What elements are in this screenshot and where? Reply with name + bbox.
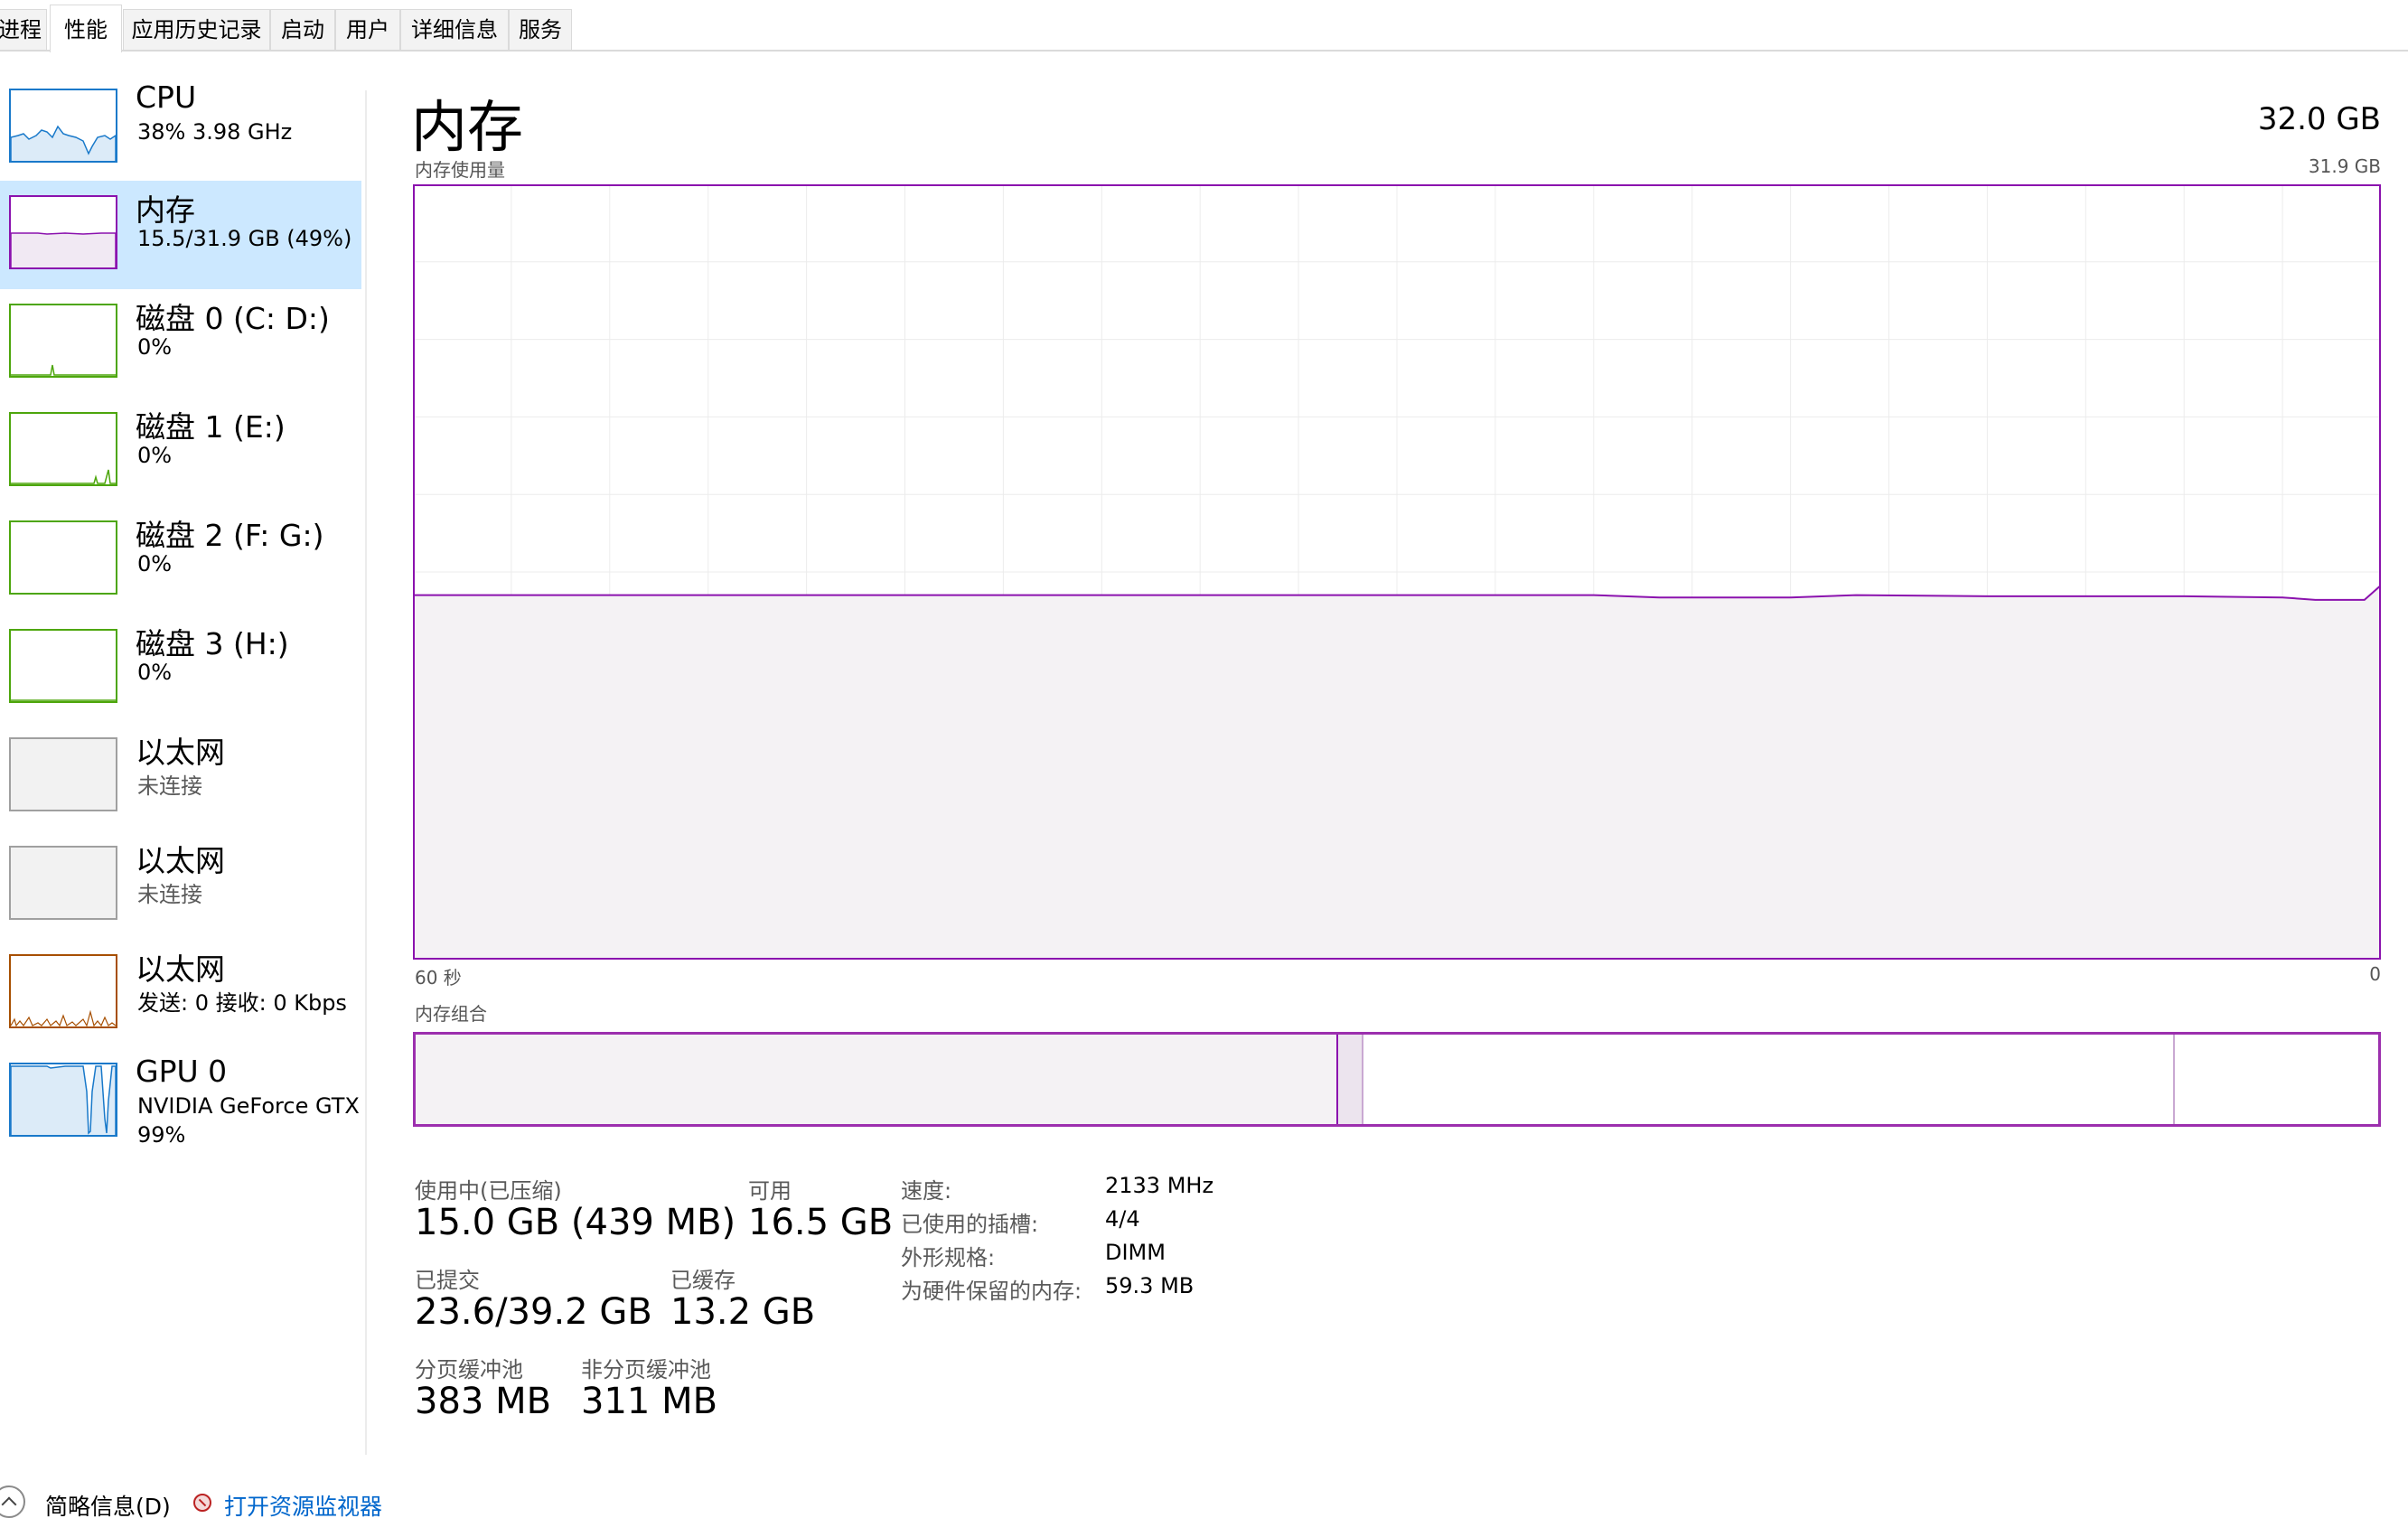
resource-monitor-icon [193, 1494, 211, 1512]
sidebar-item-disk-1[interactable]: 磁盘 1 (E:) 0% [0, 398, 361, 506]
slots-used-label: 已使用的插槽: [901, 1212, 1039, 1237]
cpu-thumbnail-graph [9, 89, 117, 163]
disk-2-thumbnail-graph [9, 520, 117, 595]
cached-label: 已缓存 [670, 1268, 736, 1293]
disk-0-thumbnail-graph [9, 304, 117, 378]
disk-1-thumbnail-graph [9, 412, 117, 486]
memory-usage-label: 内存使用量 [415, 159, 505, 181]
sidebar-item-title: CPU [136, 80, 197, 115]
sidebar-item-gpu-0[interactable]: GPU 0 NVIDIA GeForce GTX 1 99% [0, 1048, 361, 1157]
tab-users[interactable]: 用户 [335, 9, 400, 50]
form-factor-value: DIMM [1105, 1240, 1166, 1265]
chevron-up-icon[interactable] [0, 1485, 25, 1518]
sidebar-item-disk-3[interactable]: 磁盘 3 (H:) 0% [0, 614, 361, 723]
in-use-value: 15.0 GB (439 MB) [415, 1202, 736, 1243]
sidebar-item-title: 以太网 [136, 735, 225, 770]
sidebar-item-title: 磁盘 1 (E:) [136, 409, 286, 445]
usage-area [413, 585, 2381, 960]
sidebar-item-subtitle: NVIDIA GeForce GTX 1 [137, 1093, 361, 1119]
paged-pool-label: 分页缓冲池 [415, 1357, 523, 1382]
cached-value: 13.2 GB [670, 1291, 816, 1333]
open-resource-monitor-link[interactable]: 打开资源监视器 [224, 1489, 382, 1522]
memory-thumbnail-graph [9, 195, 117, 269]
sidebar-item-ethernet-1[interactable]: 以太网 未连接 [0, 723, 361, 831]
hardware-reserved-label: 为硬件保留的内存: [901, 1279, 1082, 1304]
paged-pool-value: 383 MB [415, 1381, 552, 1422]
composition-free[interactable] [2175, 1035, 2378, 1124]
sidebar-item-subtitle: 0% [137, 334, 173, 360]
sidebar-item-disk-2[interactable]: 磁盘 2 (F: G:) 0% [0, 506, 361, 614]
tab-services[interactable]: 服务 [509, 9, 572, 50]
composition-modified[interactable] [1338, 1035, 1363, 1124]
tab-details[interactable]: 详细信息 [400, 9, 509, 50]
nonpaged-pool-label: 非分页缓冲池 [581, 1357, 711, 1382]
composition-standby[interactable] [1363, 1035, 2176, 1124]
nonpaged-pool-value: 311 MB [581, 1381, 718, 1422]
sidebar-item-subtitle-2: 99% [137, 1122, 186, 1148]
page-title: 内存 [411, 94, 524, 160]
tab-app-history[interactable]: 应用历史记录 [123, 9, 270, 50]
sidebar-item-subtitle: 发送: 0 接收: 0 Kbps [137, 990, 347, 1016]
speed-value: 2133 MHz [1105, 1173, 1214, 1198]
sidebar-item-title: GPU 0 [136, 1054, 228, 1089]
axis-end-label: 0 [2369, 963, 2381, 985]
disk-3-thumbnail-graph [9, 629, 117, 703]
sidebar-item-subtitle: 0% [137, 660, 173, 685]
sidebar-item-subtitle: 0% [137, 551, 173, 576]
sidebar-item-title: 磁盘 0 (C: D:) [136, 301, 330, 336]
committed-value: 23.6/39.2 GB [415, 1291, 652, 1333]
ethernet-3-thumbnail-graph [9, 954, 117, 1028]
gpu-0-thumbnail-graph [9, 1063, 117, 1137]
total-memory: 32.0 GB [2257, 101, 2381, 137]
sidebar-item-title: 内存 [136, 192, 195, 228]
ethernet-1-thumbnail-graph [9, 737, 117, 811]
composition-in-use[interactable] [416, 1035, 1339, 1124]
memory-composition-label: 内存组合 [415, 1003, 487, 1025]
tab-performance[interactable]: 性能 [50, 5, 122, 52]
ethernet-2-thumbnail-graph [9, 846, 117, 920]
memory-usage-chart [413, 184, 2382, 960]
footer: 简略信息(D) 打开资源监视器 [0, 1482, 542, 1527]
tab-processes[interactable]: 进程 [0, 9, 47, 50]
sidebar-item-memory[interactable]: 内存 15.5/31.9 GB (49%) [0, 181, 361, 289]
sidebar-item-subtitle: 38% 3.98 GHz [137, 119, 293, 145]
panel-divider[interactable] [365, 90, 367, 1455]
axis-start-label: 60 秒 [415, 967, 462, 989]
sidebar-item-cpu[interactable]: CPU 38% 3.98 GHz [0, 74, 361, 183]
memory-composition-bar[interactable] [413, 1032, 2381, 1127]
hardware-reserved-value: 59.3 MB [1105, 1273, 1195, 1298]
sidebar-item-title: 以太网 [136, 951, 225, 987]
sidebar-item-subtitle: 0% [137, 443, 173, 468]
memory-usage-svg [413, 184, 2382, 960]
available-label: 可用 [748, 1178, 792, 1204]
committed-label: 已提交 [415, 1268, 480, 1293]
tab-bar: 进程 性能 应用历史记录 启动 用户 详细信息 服务 [0, 5, 2408, 52]
sidebar-item-disk-0[interactable]: 磁盘 0 (C: D:) 0% [0, 289, 361, 398]
sidebar-item-subtitle: 15.5/31.9 GB (49%) [137, 226, 352, 251]
memory-usage-max: 31.9 GB [2308, 155, 2381, 177]
sidebar-item-title: 以太网 [136, 843, 225, 878]
tab-startup[interactable]: 启动 [270, 9, 335, 50]
sidebar-item-title: 磁盘 3 (H:) [136, 626, 289, 661]
sidebar-item-subtitle: 未连接 [137, 882, 202, 907]
sidebar-item-title: 磁盘 2 (F: G:) [136, 518, 324, 553]
sidebar-item-ethernet-3[interactable]: 以太网 发送: 0 接收: 0 Kbps [0, 940, 361, 1048]
fewer-details-button[interactable]: 简略信息(D) [45, 1489, 171, 1522]
sidebar-item-ethernet-2[interactable]: 以太网 未连接 [0, 831, 361, 940]
form-factor-label: 外形规格: [901, 1245, 996, 1270]
speed-label: 速度: [901, 1178, 952, 1204]
in-use-label: 使用中(已压缩) [415, 1178, 562, 1204]
slots-used-value: 4/4 [1105, 1206, 1140, 1232]
sidebar-item-subtitle: 未连接 [137, 773, 202, 799]
available-value: 16.5 GB [748, 1202, 894, 1243]
